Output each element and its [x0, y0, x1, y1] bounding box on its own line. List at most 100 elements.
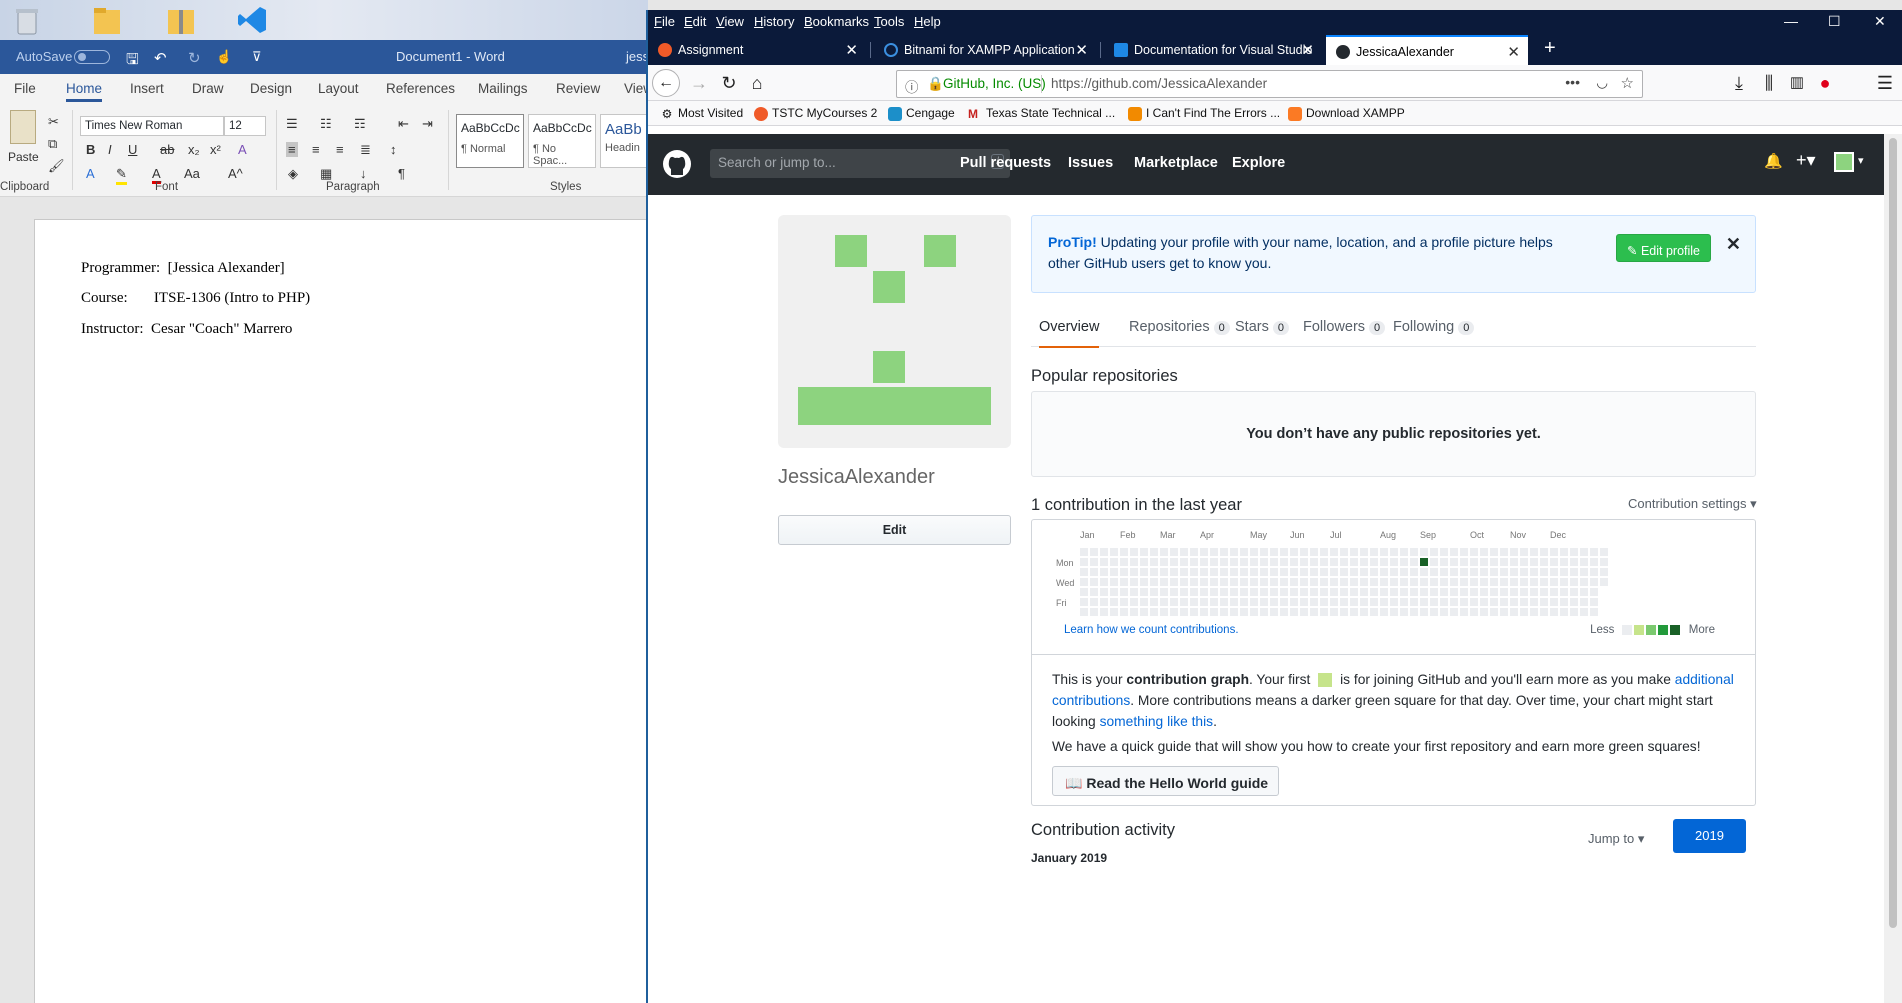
contribution-day[interactable] [1290, 558, 1298, 566]
contribution-day[interactable] [1090, 568, 1098, 576]
align-left-icon[interactable]: ≡ [286, 142, 298, 157]
contribution-day[interactable] [1560, 598, 1568, 606]
contribution-day[interactable] [1280, 588, 1288, 596]
chevron-down-icon[interactable]: ▾ [1858, 154, 1864, 167]
contribution-day[interactable] [1260, 558, 1268, 566]
contribution-day[interactable] [1530, 558, 1538, 566]
contribution-settings-dropdown[interactable]: Contribution settings ▾ [1628, 496, 1757, 512]
opera-ext-icon[interactable]: ● [1812, 71, 1838, 95]
contribution-day[interactable] [1130, 588, 1138, 596]
nav-pull-requests[interactable]: Pull requests [960, 155, 1051, 171]
contribution-day[interactable] [1200, 588, 1208, 596]
contribution-day[interactable] [1580, 608, 1588, 616]
contribution-day[interactable] [1310, 598, 1318, 606]
contribution-day[interactable] [1220, 578, 1228, 586]
bookmark-cengage[interactable]: Cengage [886, 106, 955, 121]
contribution-day[interactable] [1110, 578, 1118, 586]
contribution-day[interactable] [1140, 578, 1148, 586]
contribution-day[interactable] [1460, 608, 1468, 616]
contribution-day[interactable] [1160, 548, 1168, 556]
contribution-day[interactable] [1120, 598, 1128, 606]
redo-icon[interactable]: ↻ [188, 49, 201, 67]
contribution-day[interactable] [1130, 608, 1138, 616]
contribution-day[interactable] [1110, 588, 1118, 596]
contribution-day[interactable] [1180, 608, 1188, 616]
contribution-day[interactable] [1250, 598, 1258, 606]
contribution-day[interactable] [1340, 588, 1348, 596]
align-center-icon[interactable]: ≡ [312, 142, 320, 157]
borders-icon[interactable]: ▦ [320, 166, 332, 182]
contribution-day[interactable] [1350, 558, 1358, 566]
contribution-day[interactable] [1420, 558, 1428, 566]
contribution-day[interactable] [1450, 598, 1458, 606]
contribution-day[interactable] [1580, 558, 1588, 566]
contribution-day[interactable] [1500, 548, 1508, 556]
contribution-day[interactable] [1280, 548, 1288, 556]
contribution-day[interactable] [1120, 578, 1128, 586]
contribution-day[interactable] [1090, 588, 1098, 596]
contribution-day[interactable] [1330, 548, 1338, 556]
contribution-day[interactable] [1280, 598, 1288, 606]
contribution-day[interactable] [1300, 608, 1308, 616]
contribution-day[interactable] [1080, 588, 1088, 596]
contribution-day[interactable] [1310, 588, 1318, 596]
bookmark-texas-state[interactable]: M Texas State Technical ... [966, 106, 1115, 121]
tab-stars[interactable]: Stars 0 [1235, 319, 1289, 335]
contribution-day[interactable] [1440, 548, 1448, 556]
contribution-day[interactable] [1270, 558, 1278, 566]
contribution-day[interactable] [1260, 548, 1268, 556]
folder-icon[interactable] [90, 4, 124, 36]
multilevel-list-icon[interactable]: ☶ [354, 116, 366, 132]
contribution-day[interactable] [1110, 568, 1118, 576]
contribution-day[interactable] [1290, 568, 1298, 576]
close-tab-icon[interactable]: ✕ [1075, 41, 1088, 59]
paste-icon[interactable] [10, 110, 36, 144]
contribution-day[interactable] [1080, 578, 1088, 586]
contribution-day[interactable] [1440, 588, 1448, 596]
contribution-day[interactable] [1590, 598, 1598, 606]
contribution-day[interactable] [1110, 608, 1118, 616]
contribution-day[interactable] [1520, 548, 1528, 556]
home-icon[interactable]: ⌂ [744, 71, 770, 95]
contribution-day[interactable] [1290, 578, 1298, 586]
line-spacing-icon[interactable]: ↕ [390, 142, 397, 157]
font-size-select[interactable]: 12 [224, 116, 266, 136]
contribution-day[interactable] [1360, 578, 1368, 586]
contribution-day[interactable] [1510, 548, 1518, 556]
contribution-day[interactable] [1470, 598, 1478, 606]
contribution-day[interactable] [1360, 568, 1368, 576]
tab-following[interactable]: Following 0 [1393, 319, 1475, 335]
contribution-day[interactable] [1160, 608, 1168, 616]
contribution-day[interactable] [1350, 598, 1358, 606]
contribution-day[interactable] [1600, 568, 1608, 576]
bookmark-cant-find-errors[interactable]: I Can't Find The Errors ... [1126, 106, 1280, 121]
contribution-day[interactable] [1430, 588, 1438, 596]
contribution-day[interactable] [1140, 558, 1148, 566]
contribution-day[interactable] [1230, 578, 1238, 586]
contribution-day[interactable] [1380, 588, 1388, 596]
reload-icon[interactable]: ↻ [716, 71, 742, 95]
contribution-day[interactable] [1570, 568, 1578, 576]
contribution-day[interactable] [1490, 588, 1498, 596]
superscript-button[interactable]: x² [210, 142, 221, 157]
contribution-day[interactable] [1360, 598, 1368, 606]
contribution-day[interactable] [1500, 568, 1508, 576]
contribution-day[interactable] [1580, 548, 1588, 556]
something-like-this-link[interactable]: something like this [1100, 714, 1214, 729]
contribution-day[interactable] [1360, 548, 1368, 556]
contribution-day[interactable] [1100, 548, 1108, 556]
contribution-day[interactable] [1270, 578, 1278, 586]
contribution-day[interactable] [1540, 568, 1548, 576]
contribution-day[interactable] [1320, 598, 1328, 606]
contribution-day[interactable] [1440, 598, 1448, 606]
contribution-day[interactable] [1550, 548, 1558, 556]
contribution-day[interactable] [1380, 568, 1388, 576]
contribution-day[interactable] [1410, 598, 1418, 606]
contribution-day[interactable] [1530, 568, 1538, 576]
contribution-day[interactable] [1250, 578, 1258, 586]
contribution-day[interactable] [1510, 558, 1518, 566]
strikethrough-button[interactable]: ab [160, 142, 174, 157]
contribution-day[interactable] [1250, 548, 1258, 556]
contribution-day[interactable] [1200, 598, 1208, 606]
contribution-day[interactable] [1420, 598, 1428, 606]
